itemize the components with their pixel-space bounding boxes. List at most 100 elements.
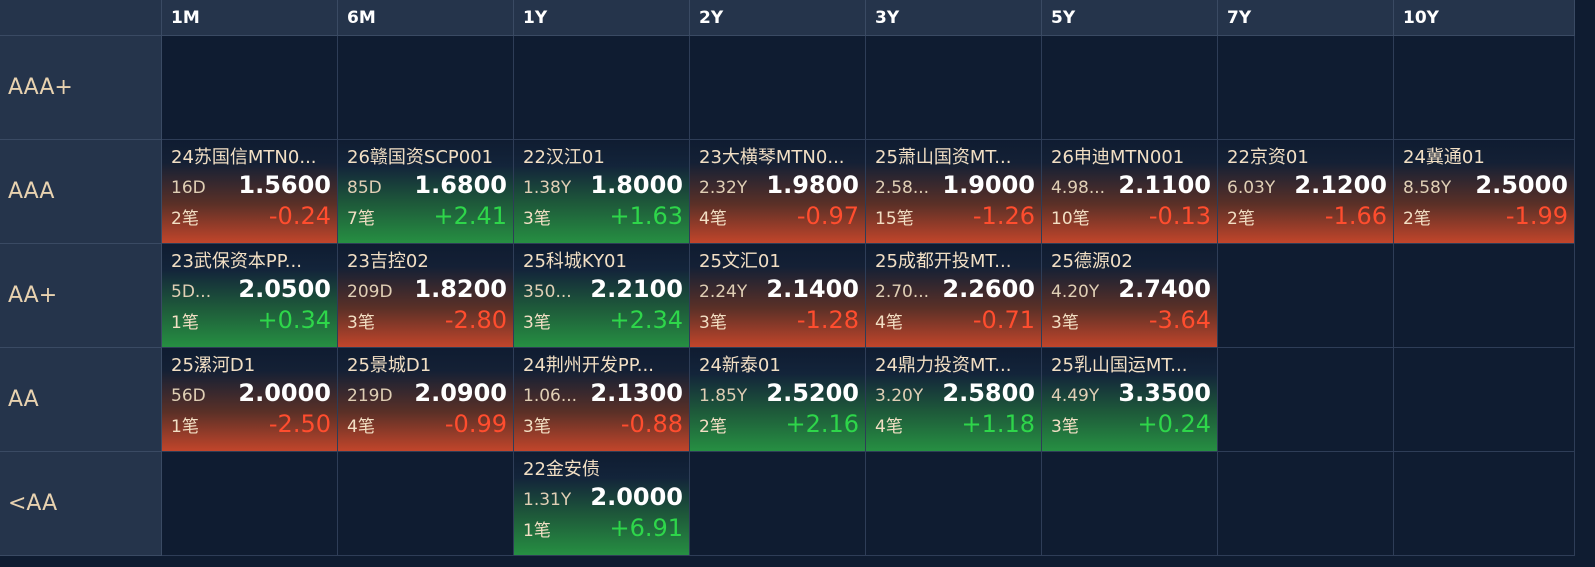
- bond-yield: 1.9000: [942, 171, 1035, 199]
- column-header-1m[interactable]: 1M: [162, 0, 338, 36]
- bond-yield: 2.5800: [942, 379, 1035, 407]
- bond-yield: 2.2100: [590, 275, 683, 303]
- bond-mid-row: 2.32Y 1.9800: [699, 170, 859, 201]
- yield-change: -0.13: [1148, 202, 1211, 230]
- yield-change: +0.34: [257, 306, 331, 334]
- bond-card[interactable]: 25文汇01 2.24Y 2.1400 3笔 -1.28: [690, 244, 866, 348]
- bond-card[interactable]: 22汉江01 1.38Y 1.8000 3笔 +1.63: [514, 140, 690, 244]
- bond-card[interactable]: 25乳山国运MT... 4.49Y 3.3500 3笔 +0.24: [1042, 348, 1218, 452]
- bond-mid-row: 8.58Y 2.5000: [1403, 170, 1568, 201]
- bond-card[interactable]: 25德源02 4.20Y 2.7400 3笔 -3.64: [1042, 244, 1218, 348]
- bond-bottom-row: 10笔 -0.13: [1051, 201, 1211, 231]
- bond-term: 1.85Y: [699, 386, 748, 406]
- bond-term: 16D: [171, 178, 206, 198]
- yield-change: +1.63: [609, 202, 683, 230]
- trade-count: 3笔: [699, 313, 727, 333]
- bond-card[interactable]: 24苏国信MTN0... 16D 1.5600 2笔 -0.24: [162, 140, 338, 244]
- bond-card[interactable]: 22京资01 6.03Y 2.1200 2笔 -1.66: [1218, 140, 1394, 244]
- trade-count: 2笔: [171, 209, 199, 229]
- yield-change: -2.50: [268, 410, 331, 438]
- row-header: <AA: [0, 452, 162, 556]
- bond-name: 23大横琴MTN0...: [699, 147, 845, 168]
- yield-change: -0.99: [444, 410, 507, 438]
- bond-card[interactable]: 26赣国资SCP001 85D 1.6800 7笔 +2.41: [338, 140, 514, 244]
- bond-name: 25漯河D1: [171, 355, 256, 376]
- bond-mid-row: 209D 1.8200: [347, 274, 507, 305]
- bond-bottom-row: 7笔 +2.41: [347, 201, 507, 231]
- bond-term: 6.03Y: [1227, 178, 1276, 198]
- bond-bottom-row: 15笔 -1.26: [875, 201, 1035, 231]
- bond-yield: 1.8000: [590, 171, 683, 199]
- bond-card[interactable]: 25景城D1 219D 2.0900 4笔 -0.99: [338, 348, 514, 452]
- column-header-3y[interactable]: 3Y: [866, 0, 1042, 36]
- bond-card[interactable]: 25萧山国资MT... 2.58... 1.9000 15笔 -1.26: [866, 140, 1042, 244]
- yield-change: -3.64: [1148, 306, 1211, 334]
- bond-card[interactable]: 25成都开投MT... 2.70... 2.2600 4笔 -0.71: [866, 244, 1042, 348]
- empty-cell: [1394, 244, 1575, 348]
- bond-name: 24苏国信MTN0...: [171, 147, 317, 168]
- bond-card[interactable]: 25漯河D1 56D 2.0000 1笔 -2.50: [162, 348, 338, 452]
- bond-mid-row: 3.20Y 2.5800: [875, 378, 1035, 409]
- bond-name: 24鼎力投资MT...: [875, 355, 1012, 376]
- empty-cell: [1218, 36, 1394, 140]
- corner-header: [0, 0, 162, 36]
- bond-name: 26申迪MTN001: [1051, 147, 1185, 168]
- bond-term: 4.98...: [1051, 178, 1106, 198]
- yield-change: -1.28: [796, 306, 859, 334]
- bond-card[interactable]: 24冀通01 8.58Y 2.5000 2笔 -1.99: [1394, 140, 1575, 244]
- column-header-10y[interactable]: 10Y: [1394, 0, 1575, 36]
- bond-yield: 2.7400: [1118, 275, 1211, 303]
- bond-yield: 2.0500: [238, 275, 331, 303]
- bond-card[interactable]: 22金安债 1.31Y 2.0000 1笔 +6.91: [514, 452, 690, 556]
- bond-name: 25成都开投MT...: [875, 251, 1012, 272]
- bond-term: 2.70...: [875, 282, 930, 302]
- row-header: AA+: [0, 244, 162, 348]
- bond-card[interactable]: 24新泰01 1.85Y 2.5200 2笔 +2.16: [690, 348, 866, 452]
- column-header-7y[interactable]: 7Y: [1218, 0, 1394, 36]
- bond-name: 25萧山国资MT...: [875, 147, 1012, 168]
- bond-term: 85D: [347, 178, 382, 198]
- column-header-1y[interactable]: 1Y: [514, 0, 690, 36]
- bond-card[interactable]: 23吉控02 209D 1.8200 3笔 -2.80: [338, 244, 514, 348]
- yield-change: -1.26: [972, 202, 1035, 230]
- yield-change: +6.91: [609, 514, 683, 542]
- bond-yield: 2.1200: [1294, 171, 1387, 199]
- bond-yield: 2.0000: [238, 379, 331, 407]
- bond-name: 25科城KY01: [523, 251, 627, 272]
- column-header-2y[interactable]: 2Y: [690, 0, 866, 36]
- bond-card[interactable]: 25科城KY01 350... 2.2100 3笔 +2.34: [514, 244, 690, 348]
- bond-yield: 2.5200: [766, 379, 859, 407]
- bond-bottom-row: 3笔 +1.63: [523, 201, 683, 231]
- trade-count: 2笔: [1227, 209, 1255, 229]
- bond-name: 22京资01: [1227, 147, 1309, 168]
- bond-card[interactable]: 23大横琴MTN0... 2.32Y 1.9800 4笔 -0.97: [690, 140, 866, 244]
- bond-mid-row: 350... 2.2100: [523, 274, 683, 305]
- bond-card[interactable]: 26申迪MTN001 4.98... 2.1100 10笔 -0.13: [1042, 140, 1218, 244]
- bond-card[interactable]: 24荆州开发PP... 1.06... 2.1300 3笔 -0.88: [514, 348, 690, 452]
- bond-bottom-row: 3笔 -2.80: [347, 305, 507, 335]
- bond-card[interactable]: 24鼎力投资MT... 3.20Y 2.5800 4笔 +1.18: [866, 348, 1042, 452]
- trade-count: 2笔: [1403, 209, 1431, 229]
- bond-bottom-row: 2笔 -1.99: [1403, 201, 1568, 231]
- empty-cell: [162, 36, 338, 140]
- bond-card[interactable]: 23武保资本PP... 5D... 2.0500 1笔 +0.34: [162, 244, 338, 348]
- bond-mid-row: 85D 1.6800: [347, 170, 507, 201]
- bond-name: 26赣国资SCP001: [347, 147, 494, 168]
- bond-mid-row: 1.06... 2.1300: [523, 378, 683, 409]
- row-header: AAA: [0, 140, 162, 244]
- yield-change: -0.71: [972, 306, 1035, 334]
- trade-count: 3笔: [523, 313, 551, 333]
- bond-term: 4.20Y: [1051, 282, 1100, 302]
- bond-mid-row: 1.85Y 2.5200: [699, 378, 859, 409]
- column-header-6m[interactable]: 6M: [338, 0, 514, 36]
- trade-count: 15笔: [875, 209, 914, 229]
- bond-mid-row: 4.20Y 2.7400: [1051, 274, 1211, 305]
- column-header-5y[interactable]: 5Y: [1042, 0, 1218, 36]
- bond-mid-row: 2.24Y 2.1400: [699, 274, 859, 305]
- empty-cell: [690, 452, 866, 556]
- yield-change: +2.34: [609, 306, 683, 334]
- bond-term: 56D: [171, 386, 206, 406]
- bond-name: 23武保资本PP...: [171, 251, 302, 272]
- trade-count: 3笔: [347, 313, 375, 333]
- bond-yield: 2.0900: [414, 379, 507, 407]
